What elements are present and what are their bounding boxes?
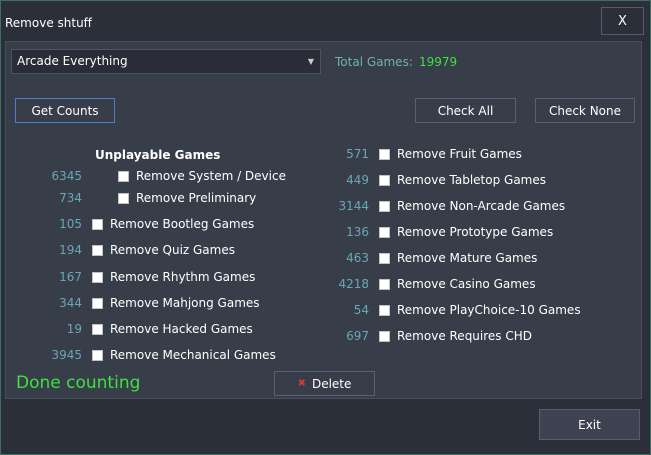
delete-button-label: Delete xyxy=(311,376,352,391)
options-panel: Arcade Everything ▼ Total Games: 19979 G… xyxy=(5,41,642,399)
label-requires-chd: Remove Requires CHD xyxy=(397,329,533,343)
checkbox-non-arcade[interactable] xyxy=(379,201,390,212)
count-prototype: 136 xyxy=(346,225,369,239)
label-hacked: Remove Hacked Games xyxy=(110,322,253,336)
total-games-label: Total Games: xyxy=(335,55,413,69)
label-non-arcade: Remove Non-Arcade Games xyxy=(397,199,566,213)
checkbox-fruit[interactable] xyxy=(379,149,390,160)
checkbox-requires-chd[interactable] xyxy=(379,331,390,342)
count-non-arcade: 3144 xyxy=(338,199,369,213)
count-mechanical: 3945 xyxy=(51,348,82,362)
count-playchoice: 54 xyxy=(353,303,369,317)
delete-button[interactable]: ✖ Delete xyxy=(274,371,375,396)
count-mahjong: 344 xyxy=(59,296,82,310)
unplayable-games-header: Unplayable Games xyxy=(95,148,221,162)
label-quiz: Remove Quiz Games xyxy=(110,243,235,257)
count-system-device: 6345 xyxy=(51,169,82,183)
label-playchoice: Remove PlayChoice-10 Games xyxy=(397,303,581,317)
filter-select-value: Arcade Everything xyxy=(17,54,128,68)
count-tabletop: 449 xyxy=(346,173,369,187)
checkbox-prototype[interactable] xyxy=(379,227,390,238)
get-counts-button[interactable]: Get Counts xyxy=(15,98,115,123)
count-bootleg: 105 xyxy=(59,217,82,231)
label-mechanical: Remove Mechanical Games xyxy=(110,348,276,362)
label-rhythm: Remove Rhythm Games xyxy=(110,270,256,284)
close-button[interactable]: X xyxy=(601,7,644,35)
count-preliminary: 734 xyxy=(59,191,82,205)
checkbox-mechanical[interactable] xyxy=(92,350,103,361)
checkbox-preliminary[interactable] xyxy=(118,193,129,204)
count-casino: 4218 xyxy=(338,277,369,291)
title-bar: Remove shtuff X xyxy=(1,1,650,39)
label-preliminary: Remove Preliminary xyxy=(136,191,257,205)
exit-button[interactable]: Exit xyxy=(539,409,640,440)
checkbox-tabletop[interactable] xyxy=(379,175,390,186)
label-fruit: Remove Fruit Games xyxy=(397,147,522,161)
check-none-button[interactable]: Check None xyxy=(535,98,635,123)
checkbox-casino[interactable] xyxy=(379,279,390,290)
delete-icon: ✖ xyxy=(297,378,306,389)
checkbox-mature[interactable] xyxy=(379,253,390,264)
label-system-device: Remove System / Device xyxy=(136,169,286,183)
remove-dialog: Remove shtuff X Arcade Everything ▼ Tota… xyxy=(0,0,651,455)
checkbox-bootleg[interactable] xyxy=(92,219,103,230)
check-all-button[interactable]: Check All xyxy=(415,98,516,123)
window-title: Remove shtuff xyxy=(5,16,92,30)
checkbox-rhythm[interactable] xyxy=(92,272,103,283)
count-requires-chd: 697 xyxy=(346,329,369,343)
total-games-value: 19979 xyxy=(419,55,458,69)
count-mature: 463 xyxy=(346,251,369,265)
checkbox-system-device[interactable] xyxy=(118,171,129,182)
count-rhythm: 167 xyxy=(59,270,82,284)
label-prototype: Remove Prototype Games xyxy=(397,225,554,239)
checkbox-playchoice[interactable] xyxy=(379,305,390,316)
label-mature: Remove Mature Games xyxy=(397,251,538,265)
label-tabletop: Remove Tabletop Games xyxy=(397,173,546,187)
count-hacked: 19 xyxy=(66,322,82,336)
checkbox-quiz[interactable] xyxy=(92,245,103,256)
label-mahjong: Remove Mahjong Games xyxy=(110,296,260,310)
status-text: Done counting xyxy=(16,373,141,393)
label-casino: Remove Casino Games xyxy=(397,277,536,291)
count-fruit: 571 xyxy=(346,147,369,161)
count-quiz: 194 xyxy=(59,243,82,257)
checkbox-mahjong[interactable] xyxy=(92,298,103,309)
label-bootleg: Remove Bootleg Games xyxy=(110,217,255,231)
filter-select[interactable]: Arcade Everything ▼ xyxy=(11,49,321,74)
checkbox-hacked[interactable] xyxy=(92,324,103,335)
chevron-down-icon: ▼ xyxy=(307,57,314,66)
